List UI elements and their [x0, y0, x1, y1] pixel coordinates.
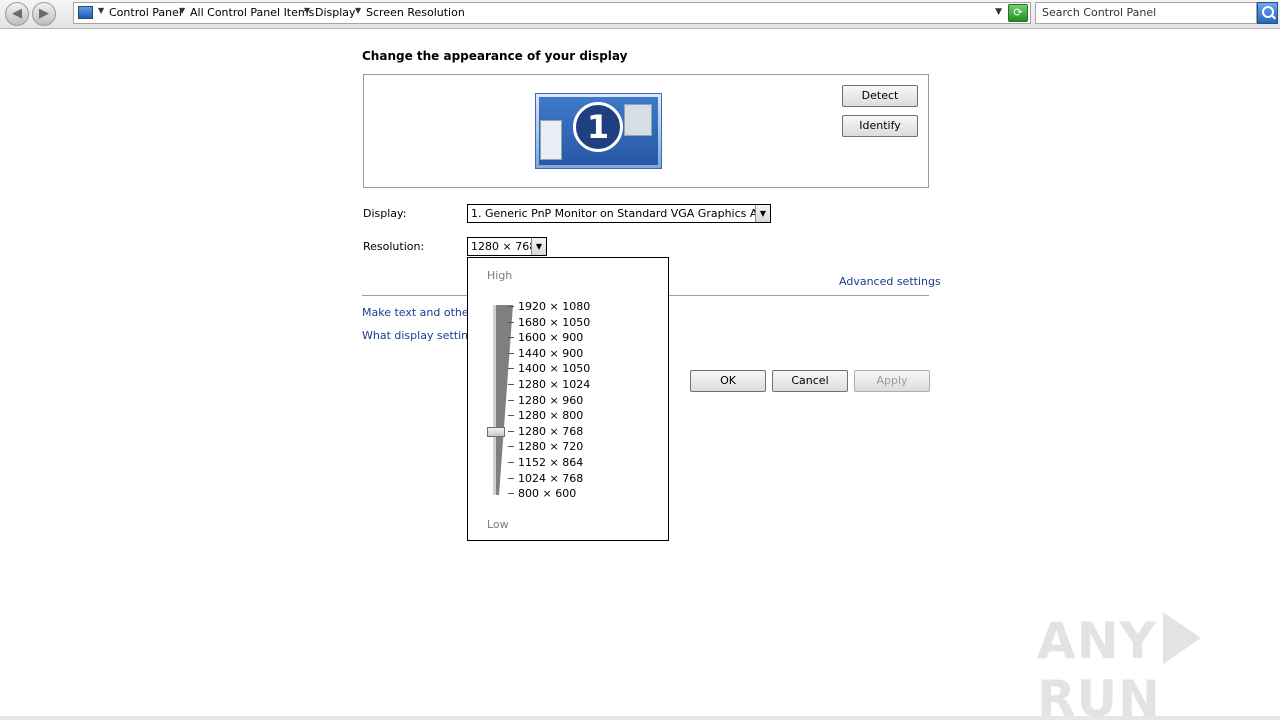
advanced-settings-link[interactable]: Advanced settings	[839, 275, 941, 288]
resolution-tick	[508, 352, 514, 354]
bottom-border	[0, 716, 1280, 720]
resolution-tick	[508, 462, 514, 463]
resolution-tick	[508, 321, 514, 323]
resolution-option[interactable]: 1600 × 900	[518, 331, 583, 344]
resolution-option[interactable]: 1280 × 960	[518, 394, 583, 407]
high-label: High	[487, 269, 513, 282]
breadcrumb-all-items[interactable]: All Control Panel Items	[190, 6, 314, 19]
history-dropdown-icon[interactable]: ▼	[995, 7, 1002, 17]
back-button[interactable]: ◀	[5, 2, 29, 26]
breadcrumb-display[interactable]: Display	[315, 6, 356, 19]
resolution-tick	[508, 306, 514, 307]
resolution-tick	[508, 368, 514, 370]
control-panel-icon	[78, 6, 93, 19]
monitor-number: 1	[573, 102, 623, 152]
chevron-down-icon[interactable]: ▼	[755, 205, 770, 222]
resolution-option[interactable]: 1400 × 1050	[518, 362, 590, 375]
resolution-option[interactable]: 800 × 600	[518, 487, 576, 500]
anyrun-watermark: ANYRUN	[1037, 612, 1280, 728]
identify-button[interactable]: Identify	[842, 115, 918, 137]
resolution-option[interactable]: 1440 × 900	[518, 347, 583, 360]
make-text-larger-link[interactable]: Make text and other it	[362, 306, 484, 319]
resolution-option[interactable]: 1280 × 720	[518, 440, 583, 453]
resolution-label: Resolution:	[363, 240, 425, 253]
chevron-down-icon[interactable]: ▼	[98, 6, 104, 15]
forward-button[interactable]: ▶	[32, 2, 56, 26]
resolution-tick	[508, 337, 514, 339]
display-settings-help-link[interactable]: What display settings	[362, 329, 481, 342]
display-select-value: 1. Generic PnP Monitor on Standard VGA G…	[471, 207, 771, 220]
search-input[interactable]: Search Control Panel	[1035, 2, 1257, 24]
resolution-select-value: 1280 × 768	[471, 240, 537, 253]
address-toolbar: ◀ ▶ ▼ Control Panel ▼ All Control Panel …	[0, 0, 1280, 29]
detect-button[interactable]: Detect	[842, 85, 918, 107]
resolution-option[interactable]: 1024 × 768	[518, 472, 583, 485]
resolution-tick	[508, 399, 514, 401]
play-icon	[1162, 612, 1201, 664]
resolution-select[interactable]: 1280 × 768 ▼	[467, 237, 547, 256]
monitor-1-icon[interactable]: 1	[535, 93, 662, 169]
resolution-option[interactable]: 1152 × 864	[518, 456, 583, 469]
resolution-tick	[508, 493, 514, 495]
low-label: Low	[487, 518, 509, 531]
chevron-down-icon[interactable]: ▼	[531, 238, 546, 255]
page-title: Change the appearance of your display	[362, 49, 628, 63]
resolution-slider-thumb[interactable]	[487, 426, 505, 437]
resolution-option[interactable]: 1280 × 800	[518, 409, 583, 422]
resolution-dropdown[interactable]: High 1920 × 1080 1680 × 1050 1600 × 900 144…	[467, 257, 669, 541]
breadcrumb-screen-resolution[interactable]: Screen Resolution	[366, 6, 465, 19]
resolution-tick	[508, 415, 514, 417]
watermark-left: ANY	[1037, 612, 1157, 670]
chevron-down-icon[interactable]: ▼	[179, 6, 185, 15]
cancel-button[interactable]: Cancel	[772, 370, 848, 392]
resolution-option[interactable]: 1280 × 1024	[518, 378, 590, 391]
refresh-icon[interactable]: ⟳	[1008, 4, 1028, 22]
breadcrumb-control-panel[interactable]: Control Panel	[109, 6, 182, 19]
resolution-option[interactable]: 1680 × 1050	[518, 316, 590, 329]
resolution-tick	[508, 384, 514, 385]
display-select[interactable]: 1. Generic PnP Monitor on Standard VGA G…	[467, 204, 771, 223]
ok-button[interactable]: OK	[690, 370, 766, 392]
resolution-tick	[508, 430, 514, 432]
resolution-option[interactable]: 1280 × 768	[518, 425, 583, 438]
display-label: Display:	[363, 207, 407, 220]
apply-button[interactable]: Apply	[854, 370, 930, 392]
resolution-option[interactable]: 1920 × 1080	[518, 300, 590, 313]
chevron-down-icon[interactable]: ▼	[304, 6, 310, 15]
chevron-down-icon[interactable]: ▼	[355, 6, 361, 15]
address-bar[interactable]: ▼ Control Panel ▼ All Control Panel Item…	[73, 2, 1031, 24]
search-icon[interactable]	[1257, 2, 1278, 24]
resolution-tick	[508, 446, 514, 448]
resolution-tick	[508, 477, 514, 479]
